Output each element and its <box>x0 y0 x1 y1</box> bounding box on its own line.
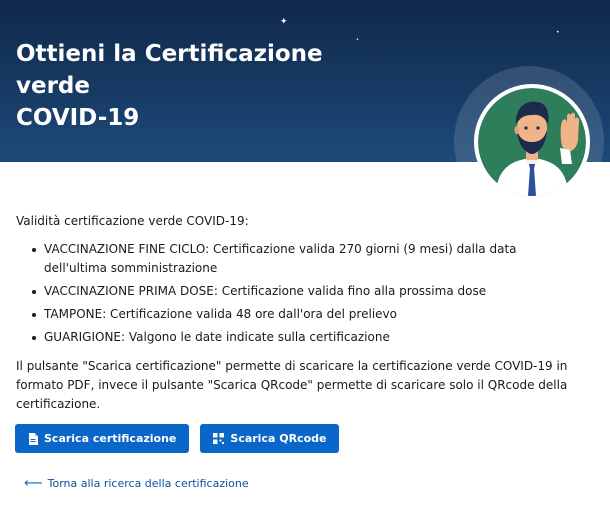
document-icon <box>29 432 38 445</box>
download-qrcode-button[interactable]: Scarica QRcode <box>200 424 340 453</box>
download-certificate-label: Scarica certificazione <box>44 432 177 445</box>
list-item: VACCINAZIONE PRIMA DOSE: Certificazione … <box>16 282 556 301</box>
page-title-line2: COVID-19 <box>16 105 140 131</box>
page-title: Ottieni la Certificazione verde COVID-19 <box>16 38 396 134</box>
person-illustration-icon <box>478 88 586 196</box>
validity-rules-list: VACCINAZIONE FINE CICLO: Certificazione … <box>16 240 601 347</box>
list-item: GUARIGIONE: Valgono le date indicate sul… <box>16 328 556 347</box>
waving-man-avatar <box>474 84 590 200</box>
star-icon: • <box>556 29 560 36</box>
arrow-left-icon: ⟵ <box>24 476 43 491</box>
list-item: TAMPONE: Certificazione valida 48 ore da… <box>16 305 556 324</box>
page-title-line1: Ottieni la Certificazione verde <box>16 41 323 99</box>
action-buttons: Scarica certificazione Scarica QRcode <box>15 424 340 453</box>
download-certificate-button[interactable]: Scarica certificazione <box>15 424 190 453</box>
download-description: Il pulsante "Scarica certificazione" per… <box>16 359 568 411</box>
download-qrcode-label: Scarica QRcode <box>230 432 327 445</box>
back-to-search-link[interactable]: ⟵ Torna alla ricerca della certificazion… <box>24 477 249 490</box>
validity-intro: Validità certificazione verde COVID-19: <box>16 214 249 228</box>
list-item: VACCINAZIONE FINE CICLO: Certificazione … <box>16 240 556 278</box>
main-content: Validità certificazione verde COVID-19: … <box>16 212 601 414</box>
star-icon: ✦ <box>280 17 288 27</box>
qrcode-icon <box>213 433 225 444</box>
back-to-search-label: Torna alla ricerca della certificazione <box>47 477 249 490</box>
